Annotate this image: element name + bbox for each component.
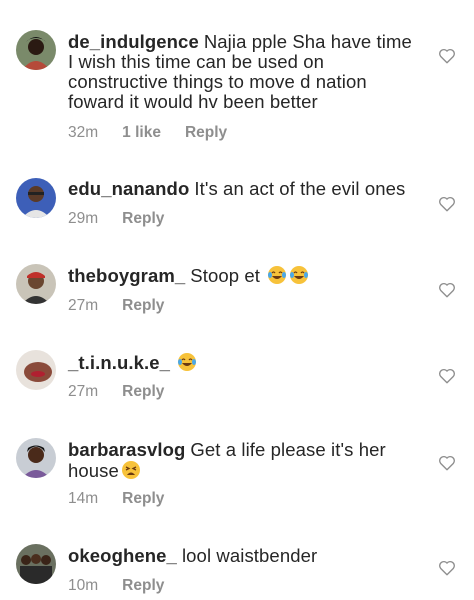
- heart-outline-icon[interactable]: [438, 454, 456, 472]
- face-with-tears-of-joy-icon: [267, 265, 287, 285]
- avatar[interactable]: [16, 178, 56, 218]
- comment-timestamp: 14m: [68, 490, 99, 507]
- face-with-tears-of-joy-icon: [177, 352, 197, 372]
- comment-text: okeoghene_ lool waistbender: [68, 546, 418, 566]
- comment-body: Najia pple Sha have time: [203, 31, 412, 52]
- comment-body: It's an act of the evil ones: [194, 178, 406, 199]
- comment-timestamp: 29m: [68, 210, 99, 227]
- avatar[interactable]: [16, 350, 56, 390]
- face-with-tears-of-joy-icon: [289, 265, 309, 285]
- reply-button[interactable]: Reply: [122, 383, 164, 401]
- comment-body-line: constructive things to move d nation: [68, 71, 367, 92]
- comment-text: _t.i.n.u.k.e_: [68, 352, 418, 373]
- comment-username[interactable]: de_indulgence: [68, 31, 199, 52]
- comment-text: barbarasvlog Get a life please it's her h…: [68, 440, 418, 481]
- comment-username[interactable]: barbarasvlog: [68, 439, 185, 460]
- comment-timestamp: 27m: [68, 297, 99, 314]
- comment-body-line: I wish this time can be used on: [68, 51, 325, 72]
- heart-outline-icon[interactable]: [438, 367, 456, 385]
- comment-meta: 14m Reply: [68, 490, 164, 508]
- comment-meta: 32m 1 like Reply: [68, 124, 227, 142]
- comment-username[interactable]: _t.i.n.u.k.e_: [68, 352, 170, 373]
- reply-button[interactable]: Reply: [185, 124, 227, 142]
- heart-outline-icon[interactable]: [438, 281, 456, 299]
- comment-username[interactable]: edu_nanando: [68, 178, 189, 199]
- reply-button[interactable]: Reply: [122, 577, 164, 595]
- reply-button[interactable]: Reply: [122, 210, 164, 228]
- heart-outline-icon[interactable]: [438, 195, 456, 213]
- comment-meta: 27m Reply: [68, 297, 164, 315]
- avatar[interactable]: [16, 438, 56, 478]
- weary-face-icon: [121, 460, 141, 480]
- comment-body-line: house: [68, 460, 119, 481]
- comment-meta: 27m Reply: [68, 383, 164, 401]
- reply-button[interactable]: Reply: [122, 297, 164, 315]
- comment-body: Get a life please it's her: [190, 439, 386, 460]
- comment-text: edu_nanando It's an act of the evil ones: [68, 179, 418, 199]
- avatar[interactable]: [16, 264, 56, 304]
- heart-outline-icon[interactable]: [438, 47, 456, 65]
- comment-likes-count[interactable]: 1 like: [122, 124, 161, 142]
- heart-outline-icon[interactable]: [438, 559, 456, 577]
- comment-text: de_indulgence Najia pple Sha have time I …: [68, 32, 418, 112]
- comment-body-line: foward it would hv been better: [68, 91, 318, 112]
- avatar[interactable]: [16, 30, 56, 70]
- comment-meta: 10m Reply: [68, 577, 164, 595]
- comment-timestamp: 10m: [68, 577, 99, 594]
- comment-body: Stoop et: [190, 265, 260, 286]
- comment-username[interactable]: okeoghene_: [68, 545, 177, 566]
- comment-body: lool waistbender: [181, 545, 318, 566]
- comment-text: theboygram_ Stoop et: [68, 265, 418, 286]
- avatar[interactable]: [16, 544, 56, 584]
- reply-button[interactable]: Reply: [122, 490, 164, 508]
- comment-timestamp: 32m: [68, 124, 99, 141]
- comment-meta: 29m Reply: [68, 210, 164, 228]
- comment-username[interactable]: theboygram_: [68, 265, 185, 286]
- comment-timestamp: 27m: [68, 383, 99, 400]
